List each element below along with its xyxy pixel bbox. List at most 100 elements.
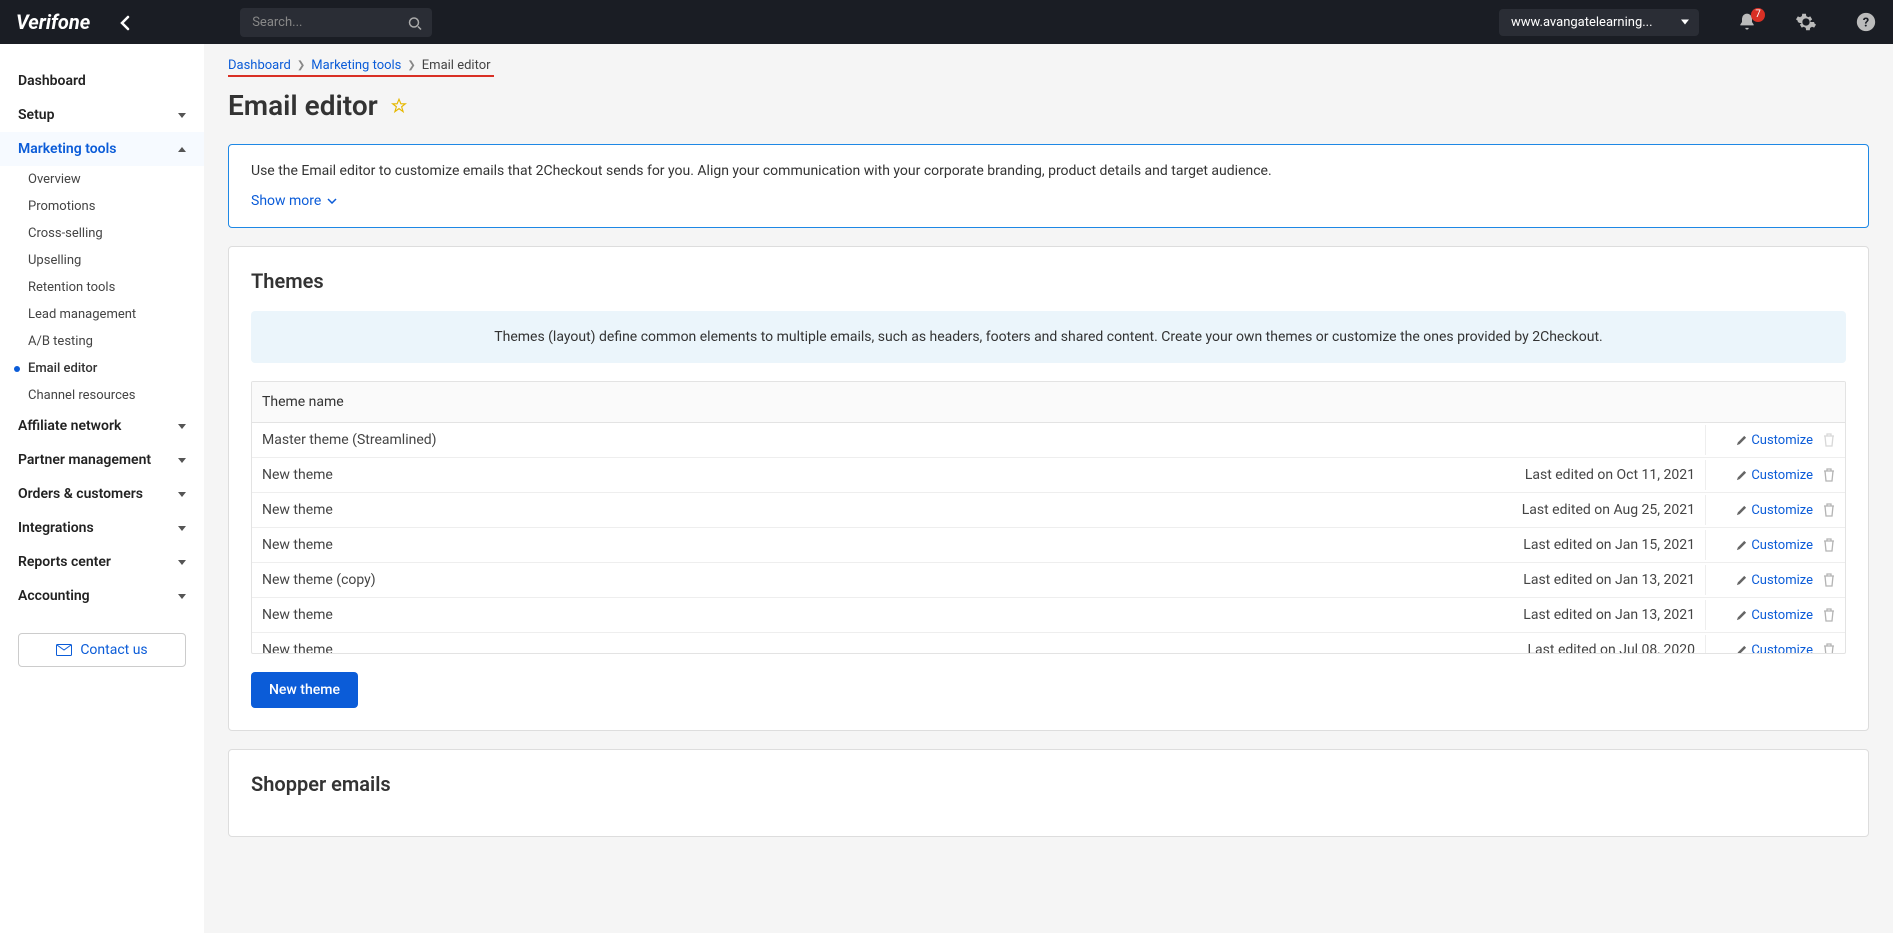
chevron-down-icon — [178, 424, 186, 429]
theme-actions: Customize — [1705, 600, 1845, 630]
main-content: Dashboard ❯ Marketing tools ❯ Email edit… — [204, 44, 1893, 877]
theme-name: New theme (copy) — [252, 563, 1455, 597]
sidebar-subitem-retention-tools[interactable]: Retention tools — [0, 274, 204, 301]
theme-actions: Customize — [1705, 530, 1845, 560]
theme-row: New themeLast edited on Jan 13, 2021Cust… — [252, 598, 1845, 633]
sidebar-subitem-cross-selling[interactable]: Cross-selling — [0, 220, 204, 247]
themes-title: Themes — [251, 269, 1846, 293]
sidebar-item-label: Partner management — [18, 452, 151, 468]
help-icon[interactable]: ? — [1855, 11, 1877, 33]
chevron-down-icon — [178, 594, 186, 599]
theme-row: Master theme (Streamlined) Customize — [252, 423, 1845, 458]
page-title: Email editor — [228, 89, 378, 122]
sidebar-item-setup[interactable]: Setup — [0, 98, 204, 132]
themes-hint: Themes (layout) define common elements t… — [251, 311, 1846, 363]
sidebar-subitem-overview[interactable]: Overview — [0, 166, 204, 193]
delete-icon[interactable] — [1823, 572, 1835, 588]
notification-badge: 7 — [1751, 8, 1765, 22]
sidebar-subitem-a-b-testing[interactable]: A/B testing — [0, 328, 204, 355]
search-input[interactable] — [240, 8, 432, 37]
sidebar-item-orders-customers[interactable]: Orders & customers — [0, 477, 204, 511]
sidebar-item-integrations[interactable]: Integrations — [0, 511, 204, 545]
breadcrumb-marketing-tools[interactable]: Marketing tools — [311, 58, 401, 73]
theme-last-edited: Last edited on Jan 13, 2021 — [1455, 598, 1705, 632]
themes-table-body[interactable]: Master theme (Streamlined)CustomizeNew t… — [252, 423, 1845, 653]
customize-label: Customize — [1751, 503, 1813, 518]
themes-panel: Themes Themes (layout) define common ele… — [228, 246, 1869, 731]
sidebar-item-affiliate-network[interactable]: Affiliate network — [0, 409, 204, 443]
theme-name: Master theme (Streamlined) — [252, 423, 1455, 457]
show-more-link[interactable]: Show more — [251, 193, 337, 209]
theme-row: New themeLast edited on Aug 25, 2021 Cust… — [252, 493, 1845, 528]
chevron-up-icon — [178, 147, 186, 152]
customize-link[interactable]: Customize — [1736, 643, 1813, 654]
show-more-label: Show more — [251, 193, 321, 209]
delete-icon[interactable] — [1823, 537, 1835, 553]
pencil-icon — [1736, 575, 1747, 586]
sidebar-subitem-channel-resources[interactable]: Channel resources — [0, 382, 204, 409]
sidebar-item-label: Orders & customers — [18, 486, 143, 502]
delete-icon[interactable] — [1823, 642, 1835, 653]
settings-icon[interactable] — [1795, 11, 1817, 33]
back-icon[interactable] — [120, 13, 130, 32]
chevron-down-icon — [178, 526, 186, 531]
customize-link[interactable]: Customize — [1736, 468, 1813, 483]
sidebar: DashboardSetup Marketing tools OverviewPro… — [0, 44, 204, 933]
sidebar-subitem-promotions[interactable]: Promotions — [0, 193, 204, 220]
theme-row: New themeLast edited on Jul 08, 2020 Cust… — [252, 633, 1845, 653]
shopper-emails-title: Shopper emails — [251, 772, 1846, 796]
pencil-icon — [1736, 540, 1747, 551]
theme-last-edited: Last edited on Jul 08, 2020 — [1455, 633, 1705, 653]
customize-link[interactable]: Customize — [1736, 608, 1813, 623]
logo: Verifone — [16, 10, 90, 34]
favorite-star-icon[interactable] — [390, 96, 408, 116]
breadcrumb-current: Email editor — [422, 58, 491, 73]
sidebar-item-reports-center[interactable]: Reports center — [0, 545, 204, 579]
pencil-icon — [1736, 435, 1747, 446]
info-text: Use the Email editor to customize emails… — [251, 163, 1846, 179]
search-wrapper — [240, 8, 432, 37]
themes-table: Theme name Master theme (Streamlined)Cus… — [251, 381, 1846, 654]
pencil-icon — [1736, 645, 1747, 654]
breadcrumb-dashboard[interactable]: Dashboard — [228, 58, 291, 73]
customize-label: Customize — [1751, 608, 1813, 623]
breadcrumb: Dashboard ❯ Marketing tools ❯ Email edit… — [228, 58, 494, 77]
theme-actions: Customize — [1705, 495, 1845, 525]
theme-name: New theme — [252, 633, 1455, 653]
customize-link[interactable]: Customize — [1736, 538, 1813, 553]
top-bar: Verifone www.avangatelearning... 7 ? — [0, 0, 1893, 44]
sidebar-subitem-lead-management[interactable]: Lead management — [0, 301, 204, 328]
theme-actions: Customize — [1705, 635, 1845, 653]
chevron-down-icon — [178, 492, 186, 497]
theme-name: New theme — [252, 528, 1455, 562]
delete-icon[interactable] — [1823, 607, 1835, 623]
search-icon[interactable] — [408, 13, 422, 32]
sidebar-item-partner-management[interactable]: Partner management — [0, 443, 204, 477]
customize-link[interactable]: Customize — [1736, 573, 1813, 588]
theme-row: New theme (copy)Last edited on Jan 13, 2… — [252, 563, 1845, 598]
sidebar-item-label: Marketing tools — [18, 141, 116, 157]
new-theme-button[interactable]: New theme — [251, 672, 358, 708]
info-box: Use the Email editor to customize emails… — [228, 144, 1869, 228]
svg-text:?: ? — [1863, 16, 1869, 31]
mail-icon — [56, 644, 72, 656]
theme-last-edited — [1455, 431, 1705, 449]
account-selector[interactable]: www.avangatelearning... — [1499, 9, 1699, 36]
chevron-down-icon — [178, 113, 186, 118]
pencil-icon — [1736, 505, 1747, 516]
notifications-icon[interactable]: 7 — [1737, 12, 1757, 33]
customize-link[interactable]: Customize — [1736, 433, 1813, 448]
customize-label: Customize — [1751, 538, 1813, 553]
contact-us-button[interactable]: Contact us — [18, 633, 186, 667]
sidebar-subitem-email-editor[interactable]: Email editor — [0, 355, 204, 382]
delete-icon[interactable] — [1823, 467, 1835, 483]
sidebar-item-accounting[interactable]: Accounting — [0, 579, 204, 613]
sidebar-subitem-upselling[interactable]: Upselling — [0, 247, 204, 274]
customize-link[interactable]: Customize — [1736, 503, 1813, 518]
delete-icon[interactable] — [1823, 502, 1835, 518]
theme-actions: Customize — [1705, 425, 1845, 455]
theme-name: New theme — [252, 493, 1455, 527]
sidebar-item-dashboard[interactable]: Dashboard — [0, 64, 204, 98]
theme-last-edited: Last edited on Aug 25, 2021 — [1455, 493, 1705, 527]
sidebar-item-marketing-tools[interactable]: Marketing tools — [0, 132, 204, 166]
